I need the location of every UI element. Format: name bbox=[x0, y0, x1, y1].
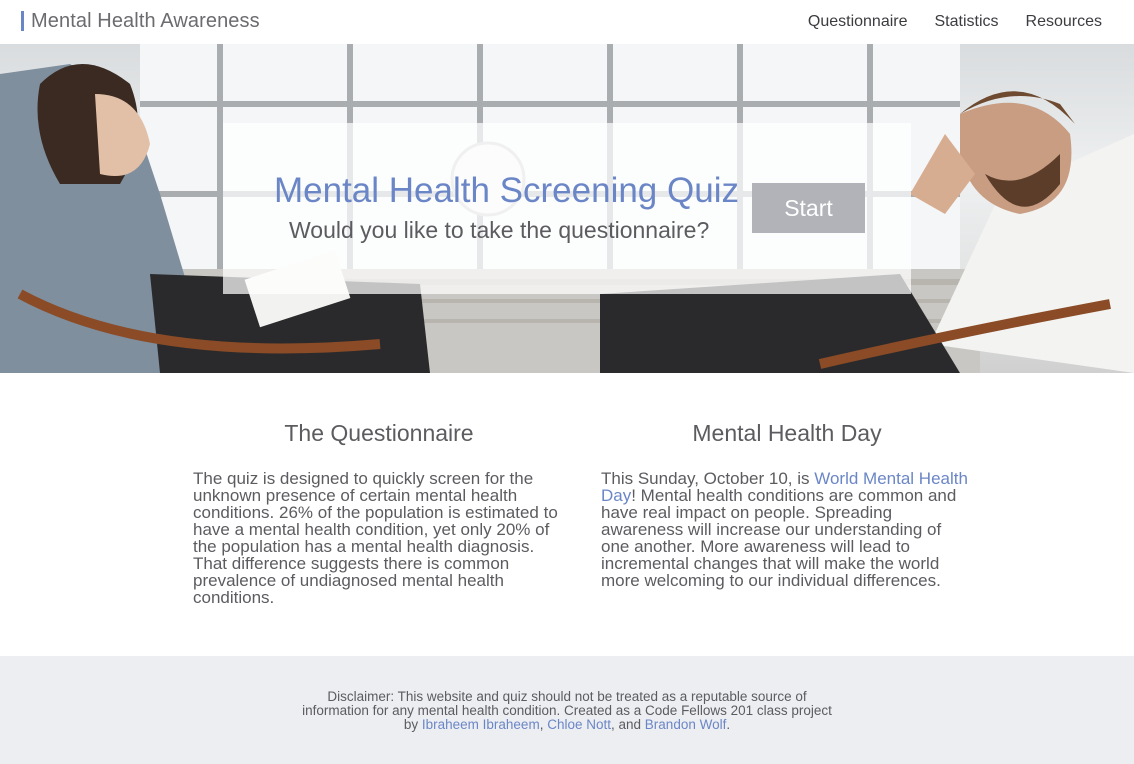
nav-resources[interactable]: Resources bbox=[1026, 12, 1102, 32]
quiz-subtitle: Would you like to take the questionnaire… bbox=[289, 217, 710, 243]
questionnaire-heading: The Questionnaire bbox=[284, 420, 474, 446]
disclaimer-end: . bbox=[726, 717, 731, 732]
mental-health-day-body: This Sunday, October 10, is World Mental… bbox=[601, 470, 973, 589]
author-link-ibraheem[interactable]: Ibraheem Ibraheem bbox=[422, 717, 540, 732]
main-nav: Questionnaire Statistics Resources bbox=[808, 12, 1102, 32]
mental-health-day-heading: Mental Health Day bbox=[692, 420, 882, 446]
hero-banner: Mental Health Screening Quiz Would you l… bbox=[0, 44, 1134, 373]
author-link-chloe[interactable]: Chloe Nott bbox=[547, 717, 611, 732]
mental-health-day-section: Mental Health Day This Sunday, October 1… bbox=[601, 420, 973, 589]
brand-accent-bar bbox=[21, 11, 24, 31]
brand[interactable]: Mental Health Awareness bbox=[21, 9, 260, 33]
nav-statistics[interactable]: Statistics bbox=[935, 12, 999, 32]
quiz-callout: Mental Health Screening Quiz Would you l… bbox=[223, 123, 911, 294]
questionnaire-section: The Questionnaire The quiz is designed t… bbox=[193, 420, 565, 606]
start-button[interactable]: Start bbox=[752, 183, 865, 233]
site-header: Mental Health Awareness Questionnaire St… bbox=[0, 0, 1134, 44]
author-link-brandon[interactable]: Brandon Wolf bbox=[645, 717, 727, 732]
quiz-title: Mental Health Screening Quiz bbox=[274, 171, 739, 210]
site-footer: Disclaimer: This website and quiz should… bbox=[0, 656, 1134, 764]
disclaimer: Disclaimer: This website and quiz should… bbox=[300, 690, 834, 732]
questionnaire-body: The quiz is designed to quickly screen f… bbox=[193, 469, 558, 607]
nav-questionnaire[interactable]: Questionnaire bbox=[808, 12, 908, 32]
brand-title: Mental Health Awareness bbox=[31, 9, 260, 32]
mental-health-day-text: ! Mental health conditions are common an… bbox=[601, 486, 957, 590]
author-separator: , and bbox=[611, 717, 645, 732]
